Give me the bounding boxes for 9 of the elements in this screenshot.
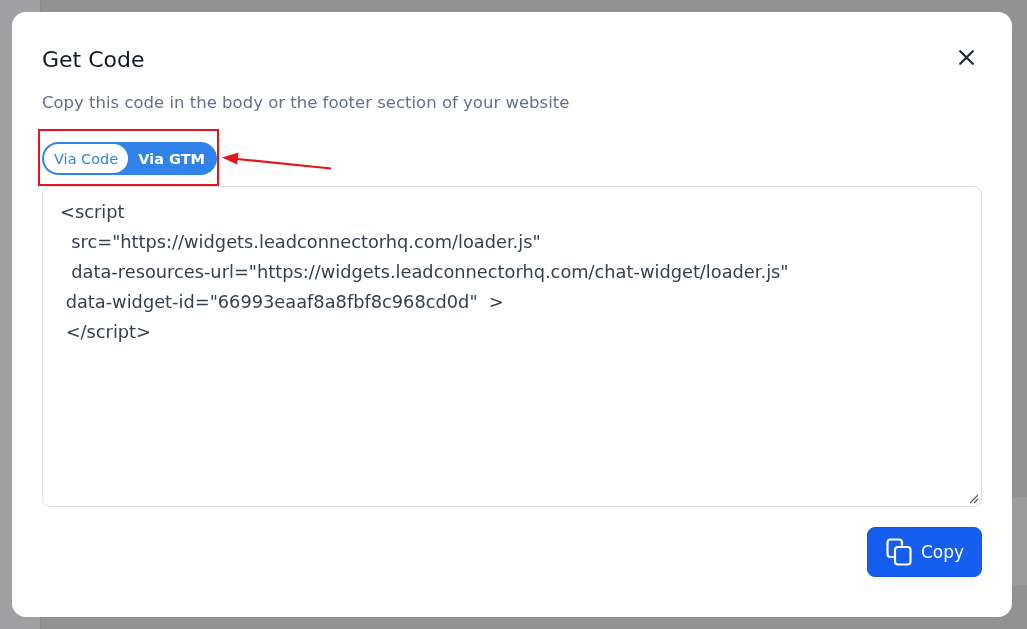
tab[interactable]: Via GTM bbox=[128, 144, 215, 173]
tab[interactable]: Via Code bbox=[44, 144, 129, 173]
dialog-subtitle: Copy this code in the body or the footer section of your website bbox=[42, 92, 571, 114]
code-field[interactable]: <script src="https://widgets.leadconnectorhq.com/loader.js" data-resources-url="https://widgets.leadconnectorhq.com/chat-widget/loader.js" data-widget-id="66993eaaf8a8fbf8c968cd0d" > </script> bbox=[42, 186, 982, 507]
dialog-title: Get Code bbox=[42, 46, 145, 74]
copy-button[interactable]: Copy bbox=[866, 527, 982, 577]
copy-icon bbox=[884, 538, 913, 566]
close-icon bbox=[958, 49, 974, 65]
resize-grip-icon[interactable] bbox=[969, 494, 979, 504]
